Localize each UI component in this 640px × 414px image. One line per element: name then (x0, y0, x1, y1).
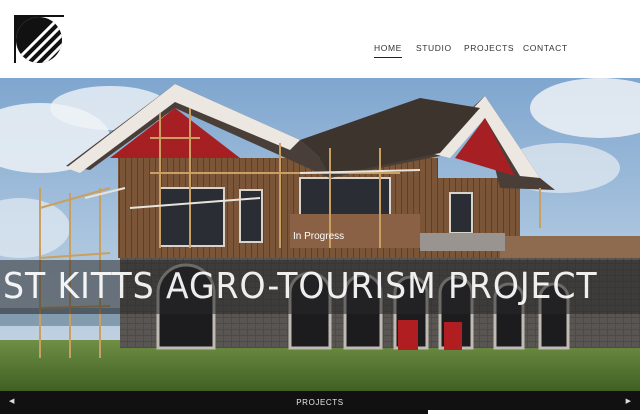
triangle-right-icon[interactable]: ▶ (626, 397, 631, 405)
nav-projects-link[interactable]: PROJECTS (464, 43, 514, 58)
project-title[interactable]: ST KITTS AGRO-TOURISM PROJECT (3, 264, 597, 310)
projects-bar-label[interactable]: PROJECTS (0, 398, 640, 407)
slide-progress-bar (428, 410, 640, 414)
hero-slide[interactable]: In Progress ST KITTS AGRO-TOURISM PROJEC… (0, 78, 640, 391)
project-status: In Progress (293, 231, 345, 242)
logo-icon[interactable] (14, 15, 64, 65)
nav-home-link[interactable]: HOME (374, 43, 402, 58)
nav-studio-link[interactable]: STUDIO (416, 43, 452, 58)
nav-contact-link[interactable]: CONTACT (523, 43, 568, 58)
site-header: HOME STUDIO PROJECTS CONTACT (0, 0, 640, 78)
